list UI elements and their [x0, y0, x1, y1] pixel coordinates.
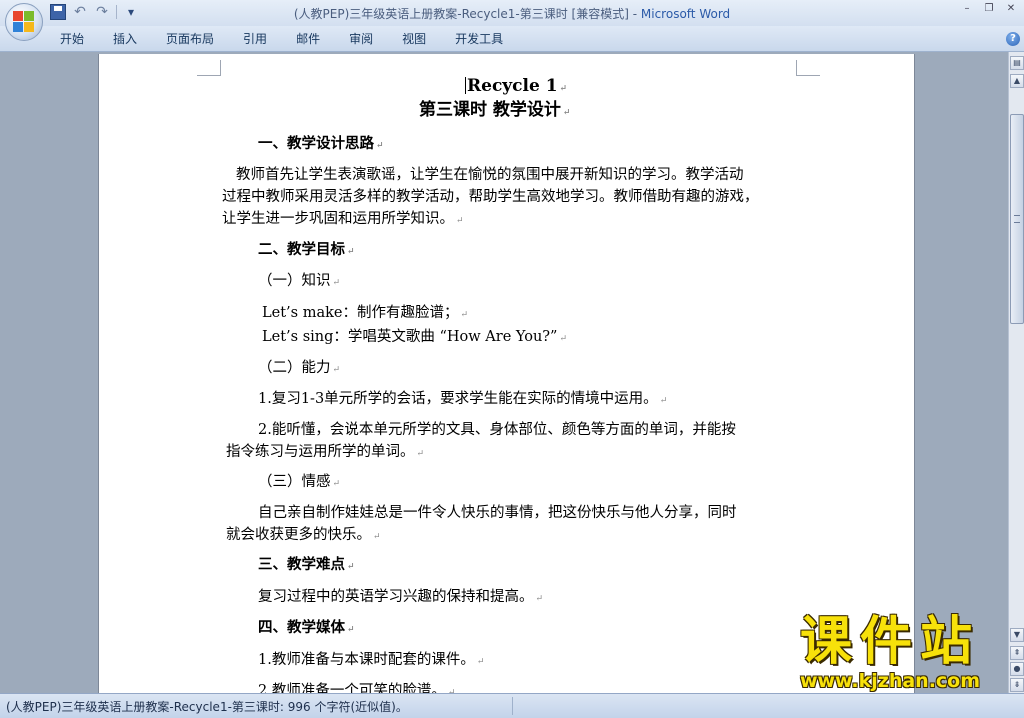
ability-item2-line2: 指令练习与运用所学的单词。 ↵ — [226, 442, 424, 464]
paragraph-mark: ↵ — [347, 562, 355, 572]
doc-subtitle: 第三课时 教学设计 — [419, 100, 561, 120]
knowledge-subheading: （一）知识 ↵ — [258, 271, 340, 293]
paragraph-mark: ↵ — [535, 594, 544, 604]
doc-subtitle-line: 第三课时 教学设计 ↵ — [419, 100, 570, 123]
tab-insert[interactable]: 插入 — [103, 31, 147, 47]
tab-mailings[interactable]: 邮件 — [286, 31, 330, 47]
section1-heading-text: 一、教学设计思路 — [258, 135, 374, 152]
vertical-scrollbar[interactable]: ▤ ▲ ▼ ⇞ ● ⇟ — [1008, 52, 1024, 693]
paragraph-mark: ↵ — [332, 479, 341, 489]
previous-page-icon[interactable]: ⇞ — [1010, 646, 1024, 660]
emotion-line2-text: 就会收获更多的快乐。 — [226, 527, 371, 543]
tab-home[interactable]: 开始 — [50, 31, 94, 47]
section1-para-line3-text: 让学生进一步巩固和运用所学知识。 — [222, 211, 454, 227]
lets-sing-text: Let’s sing：学唱英文歌曲 “How Are You?” — [262, 329, 558, 345]
status-separator — [512, 697, 513, 715]
margin-corner-left — [197, 60, 221, 76]
lets-make-text: Let’s make：制作有趣脸谱； — [262, 305, 459, 321]
paragraph-mark: ↵ — [332, 278, 341, 288]
office-logo-icon — [13, 11, 35, 33]
ruler-toggle-icon[interactable]: ▤ — [1010, 56, 1024, 70]
watermark-url: www.kjzhan.com — [799, 670, 981, 692]
paragraph-mark: ↵ — [559, 84, 568, 94]
help-icon[interactable]: ? — [1006, 32, 1020, 46]
window-controls: – ❐ ✕ — [960, 2, 1018, 16]
paragraph-mark: ↵ — [332, 365, 341, 375]
office-button[interactable] — [5, 3, 43, 41]
emotion-line1: 自己亲自制作娃娃总是一件令人快乐的事情，把这份快乐与他人分享，同时 — [258, 505, 737, 521]
text-cursor — [465, 77, 466, 94]
paragraph-mark: ↵ — [347, 625, 355, 635]
ribbon-tabs: 开始 插入 页面布局 引用 邮件 审阅 视图 开发工具 — [50, 31, 522, 47]
section3-para-text: 复习过程中的英语学习兴趣的保持和提高。 — [258, 589, 534, 605]
minimize-icon[interactable]: – — [960, 2, 974, 16]
lets-make-line: Let’s make：制作有趣脸谱； ↵ — [262, 303, 468, 325]
paragraph-mark: ↵ — [347, 247, 355, 257]
media-item2-text: 2.教师准备一个可笑的脸谱。 — [258, 683, 446, 693]
scroll-thumb[interactable] — [1010, 114, 1024, 324]
section3-heading: 三、教学难点 ↵ — [258, 555, 355, 577]
section4-heading: 四、教学媒体 ↵ — [258, 618, 355, 640]
knowledge-subheading-text: （一）知识 — [258, 273, 331, 289]
tab-page-layout[interactable]: 页面布局 — [156, 31, 224, 47]
paragraph-mark: ↵ — [659, 396, 668, 406]
paragraph-mark: ↵ — [416, 449, 425, 459]
ability-subheading: （二）能力 ↵ — [258, 358, 340, 380]
watermark-logo-text: 课件站 — [799, 612, 980, 672]
section1-para-line1: 教师首先让学生表演歌谣，让学生在愉悦的氛围中展开新知识的学习。教学活动 — [236, 167, 744, 183]
document-page[interactable]: Recycle 1 ↵ 第三课时 教学设计 ↵ 一、教学设计思路 ↵ 教师首先让学生表… — [98, 54, 915, 693]
ability-subheading-text: （二）能力 — [258, 360, 331, 376]
paragraph-mark: ↵ — [373, 532, 381, 542]
section1-para-line2: 过程中教师采用灵活多样的教学活动，帮助学生高效地学习。教师借助有趣的游戏， — [222, 189, 759, 205]
paragraph-mark: ↵ — [376, 141, 384, 151]
section4-heading-text: 四、教学媒体 — [258, 619, 345, 636]
media-item1: 1.教师准备与本课时配套的课件。 ↵ — [258, 650, 484, 672]
tab-developer[interactable]: 开发工具 — [445, 31, 513, 47]
tab-references[interactable]: 引用 — [233, 31, 277, 47]
media-item2: 2.教师准备一个可笑的脸谱。 ↵ — [258, 681, 455, 693]
tab-review[interactable]: 审阅 — [339, 31, 383, 47]
restore-icon[interactable]: ❐ — [982, 2, 996, 16]
window-title-doc: (人教PEP)三年级英语上册教案-Recycle1-第三课时 [兼容模式] — [293, 7, 629, 21]
section1-heading: 一、教学设计思路 ↵ — [258, 134, 384, 156]
margin-corner-right — [796, 60, 820, 76]
kjzhan-watermark: 课件站 www.kjzhan.com — [772, 614, 1008, 694]
ability-item1-text: 1.复习1-3单元所学的会话，要求学生能在实际的情境中运用。 — [258, 391, 658, 407]
section3-heading-text: 三、教学难点 — [258, 556, 345, 573]
section2-heading: 二、教学目标 ↵ — [258, 240, 355, 262]
emotion-line2: 就会收获更多的快乐。 ↵ — [226, 525, 381, 547]
section2-heading-text: 二、教学目标 — [258, 241, 345, 258]
status-bar: (人教PEP)三年级英语上册教案-Recycle1-第三课时: 996 个字符(… — [0, 693, 1024, 718]
paragraph-mark: ↵ — [476, 657, 485, 667]
next-page-icon[interactable]: ⇟ — [1010, 678, 1024, 692]
paragraph-mark: ↵ — [559, 334, 568, 344]
status-word-count[interactable]: (人教PEP)三年级英语上册教案-Recycle1-第三课时: 996 个字符(… — [6, 698, 408, 715]
browse-object-icon[interactable]: ● — [1010, 662, 1024, 676]
ribbon-tab-bar: 开始 插入 页面布局 引用 邮件 审阅 视图 开发工具 ? — [0, 26, 1024, 52]
scroll-up-icon[interactable]: ▲ — [1010, 74, 1024, 88]
window-title-app: Microsoft Word — [640, 7, 731, 21]
title-bar: ↶ ↷ ▾ (人教PEP)三年级英语上册教案-Recycle1-第三课时 [兼容… — [0, 0, 1024, 26]
paragraph-mark: ↵ — [460, 310, 469, 320]
ability-item1: 1.复习1-3单元所学的会话，要求学生能在实际的情境中运用。 ↵ — [258, 389, 667, 411]
paragraph-mark: ↵ — [456, 216, 464, 226]
paragraph-mark: ↵ — [562, 108, 571, 118]
section1-para-line3: 让学生进一步巩固和运用所学知识。 ↵ — [222, 209, 464, 231]
document-workspace: Recycle 1 ↵ 第三课时 教学设计 ↵ 一、教学设计思路 ↵ 教师首先让学生表… — [0, 52, 1008, 693]
emotion-subheading-text: （三）情感 — [258, 474, 331, 490]
media-item1-text: 1.教师准备与本课时配套的课件。 — [258, 652, 475, 668]
window-title-sep: - — [628, 7, 641, 21]
ability-item2-line1: 2.能听懂，会说本单元所学的文具、身体部位、颜色等方面的单词，并能按 — [258, 422, 736, 438]
doc-title-line: Recycle 1 ↵ — [465, 76, 567, 99]
doc-title: Recycle 1 — [467, 76, 558, 96]
close-icon[interactable]: ✕ — [1004, 2, 1018, 16]
lets-sing-line: Let’s sing：学唱英文歌曲 “How Are You?” ↵ — [262, 327, 567, 349]
emotion-subheading: （三）情感 ↵ — [258, 472, 340, 494]
window-title: (人教PEP)三年级英语上册教案-Recycle1-第三课时 [兼容模式] - … — [0, 5, 1024, 22]
section3-para: 复习过程中的英语学习兴趣的保持和提高。 ↵ — [258, 587, 543, 609]
ability-item2-line2-text: 指令练习与运用所学的单词。 — [226, 444, 415, 460]
scroll-down-icon[interactable]: ▼ — [1010, 628, 1024, 642]
tab-view[interactable]: 视图 — [392, 31, 436, 47]
